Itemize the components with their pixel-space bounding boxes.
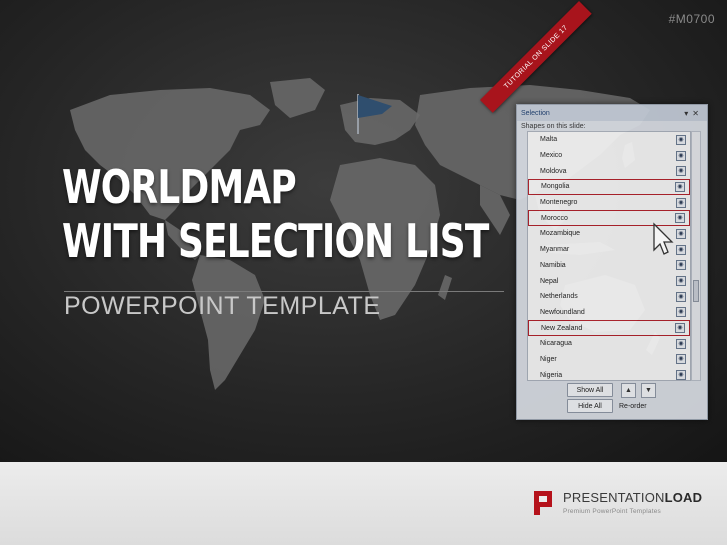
list-item[interactable]: Mexico ◉ — [528, 148, 690, 164]
pane-controls[interactable]: ▾✕ — [684, 109, 703, 118]
list-item-label: Nicaragua — [540, 340, 572, 348]
visibility-eye-icon[interactable]: ◉ — [676, 260, 686, 271]
list-item-label: Mongolia — [541, 183, 570, 191]
list-item[interactable]: Malta ◉ — [528, 132, 690, 148]
show-all-button[interactable]: Show All — [567, 383, 613, 397]
visibility-eye-icon[interactable]: ◉ — [676, 307, 686, 318]
visibility-eye-icon[interactable]: ◉ — [676, 276, 686, 287]
list-item[interactable]: Mongolia ◉ — [528, 179, 690, 195]
visibility-eye-icon[interactable]: ◉ — [675, 213, 685, 224]
move-down-button[interactable]: ▼ — [641, 383, 656, 398]
visibility-eye-icon[interactable]: ◉ — [675, 323, 685, 334]
brand-prefix: PRESENTATION — [563, 490, 665, 505]
list-item-label: Netherlands — [540, 293, 578, 301]
brand-name: PRESENTATIONLOAD — [563, 490, 702, 505]
list-item-label: Malta — [540, 136, 558, 144]
flag-icon — [357, 94, 392, 134]
visibility-eye-icon[interactable]: ◉ — [676, 291, 686, 302]
visibility-eye-icon[interactable]: ◉ — [676, 370, 686, 380]
list-item-label: Moldova — [540, 167, 567, 175]
list-item[interactable]: Moldova ◉ — [528, 163, 690, 179]
visibility-eye-icon[interactable]: ◉ — [676, 166, 686, 177]
selection-pane: Selection ▾✕ Shapes on this slide: Malta… — [516, 104, 708, 420]
visibility-eye-icon[interactable]: ◉ — [676, 134, 686, 145]
mouse-pointer-icon — [653, 222, 674, 255]
list-item-label: Namibia — [540, 261, 566, 269]
reorder-label: Re-order — [619, 403, 647, 410]
list-scrollbar[interactable] — [691, 131, 701, 381]
list-item[interactable]: Niger ◉ — [528, 352, 690, 368]
list-item[interactable]: Netherlands ◉ — [528, 289, 690, 305]
visibility-eye-icon[interactable]: ◉ — [676, 338, 686, 349]
scrollbar-thumb[interactable] — [693, 280, 699, 302]
list-item[interactable]: New Zealand ◉ — [528, 320, 690, 336]
selection-pane-title: Selection — [521, 109, 550, 117]
list-item[interactable]: Nigeria ◉ — [528, 367, 690, 380]
selection-pane-header: Selection ▾✕ — [517, 105, 707, 121]
slide-subtitle: POWERPOINT TEMPLATE — [64, 292, 381, 320]
list-item-label: Nepal — [540, 277, 559, 285]
slide-title: WORLDMAP WITH SELECTION LIST — [62, 160, 489, 268]
move-up-button[interactable]: ▲ — [621, 383, 636, 398]
title-line-1: WORLDMAP — [62, 160, 297, 214]
title-line-2: WITH SELECTION LIST — [62, 214, 489, 268]
visibility-eye-icon[interactable]: ◉ — [676, 150, 686, 161]
list-item-label: Myanmar — [540, 246, 570, 254]
visibility-eye-icon[interactable]: ◉ — [675, 181, 685, 192]
visibility-eye-icon[interactable]: ◉ — [676, 228, 686, 239]
list-item-label: Morocco — [541, 214, 568, 222]
visibility-eye-icon[interactable]: ◉ — [676, 354, 686, 365]
list-item-label: Newfoundland — [540, 308, 585, 316]
list-item-label: Mexico — [540, 152, 563, 160]
product-code: #M0700 — [668, 12, 715, 26]
list-item-label: Montenegro — [540, 199, 578, 207]
list-item-label: Mozambique — [540, 230, 581, 238]
brand-bold: LOAD — [664, 490, 703, 505]
list-item[interactable]: Montenegro ◉ — [528, 195, 690, 211]
list-item-label: Niger — [540, 355, 557, 363]
slide-canvas: #M0700 WORLDMAP WITH SELECTION LIST POWE… — [0, 0, 727, 462]
list-item[interactable]: Newfoundland ◉ — [528, 305, 690, 321]
shape-list[interactable]: Malta ◉ Mexico ◉ Moldova ◉ Mongolia ◉ Montenegro… — [527, 131, 691, 381]
brand-tagline: Premium PowerPoint Templates — [563, 508, 661, 515]
list-item[interactable]: Namibia ◉ — [528, 258, 690, 274]
list-item-label: New Zealand — [541, 324, 583, 332]
presentationload-logo-icon — [534, 491, 552, 515]
hide-all-button[interactable]: Hide All — [567, 399, 613, 413]
list-item[interactable]: Nepal ◉ — [528, 273, 690, 289]
visibility-eye-icon[interactable]: ◉ — [676, 197, 686, 208]
list-item-label: Nigeria — [540, 371, 563, 379]
list-item[interactable]: Nicaragua ◉ — [528, 336, 690, 352]
visibility-eye-icon[interactable]: ◉ — [676, 244, 686, 255]
